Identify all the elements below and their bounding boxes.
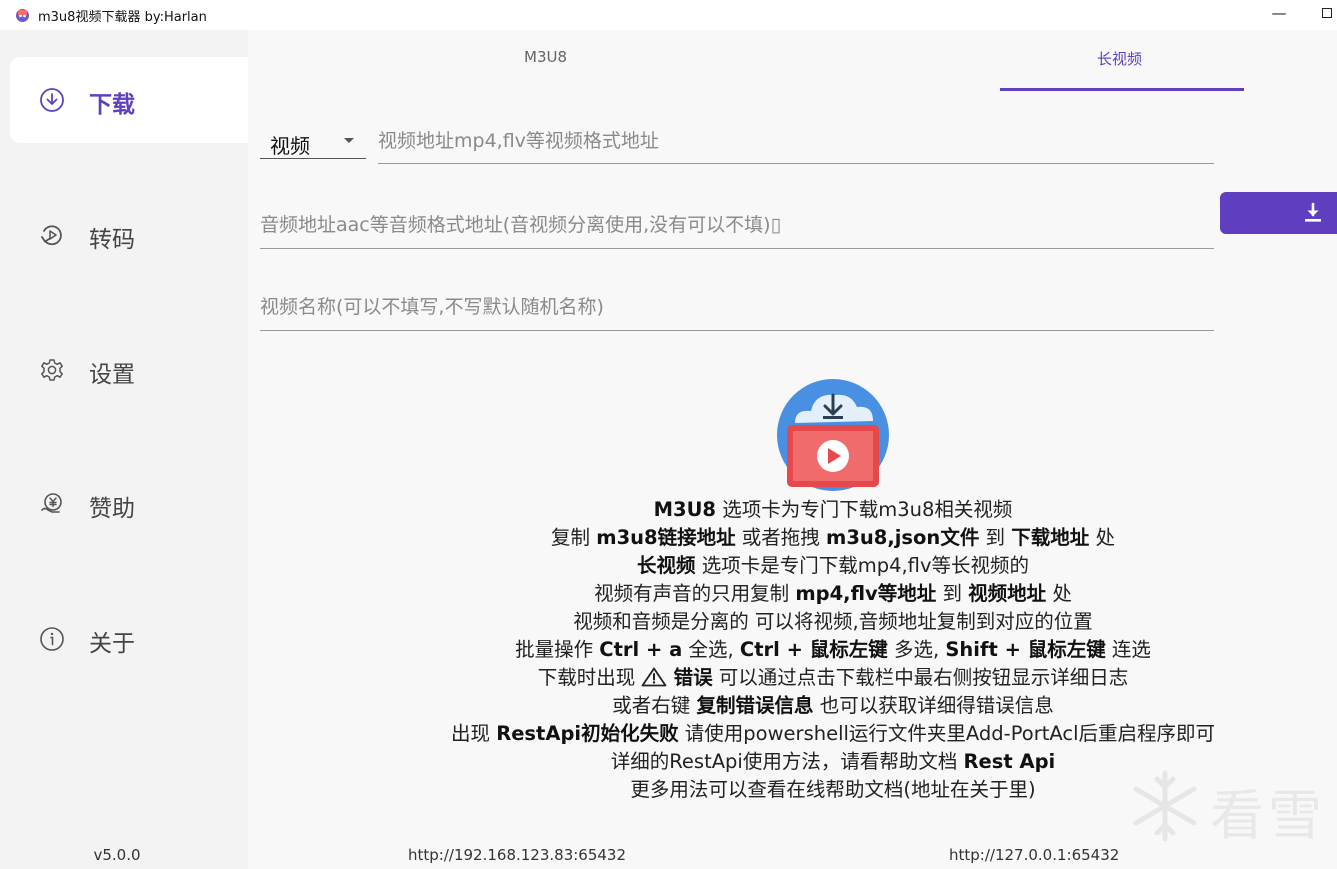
help-bold: Ctrl + 鼠标左键 xyxy=(739,638,888,661)
sidebar-item-label: 转码 xyxy=(89,227,135,253)
sidebar: 下载 转码 设置 赞助 关于 v5.0.0 xyxy=(0,30,248,869)
help-line: M3U8 选项卡为专门下载m3u8相关视频 xyxy=(398,496,1268,524)
help-line: 视频和音频是分离的 可以将视频,音频地址复制到对应的位置 xyxy=(398,608,1268,636)
help-text-span: 详细的RestApi使用方法，请看帮助文档 xyxy=(610,750,964,773)
app-logo-icon xyxy=(16,9,29,22)
maximize-button[interactable] xyxy=(1322,8,1332,18)
help-text-span: 更多用法可以查看在线帮助文档(地址在关于里) xyxy=(630,778,1036,801)
help-line: 批量操作 Ctrl + a 全选, Ctrl + 鼠标左键 多选, Shift … xyxy=(398,636,1268,664)
sponsor-icon xyxy=(41,493,62,513)
sidebar-item-label: 赞助 xyxy=(89,496,135,522)
help-text-span: 多选, xyxy=(887,638,946,661)
help-text-span: 到 xyxy=(936,582,969,605)
help-text-span: 视频有声音的只用复制 xyxy=(594,582,796,605)
help-line: 或者右键 复制错误信息 也可以获取详细得错误信息 xyxy=(398,692,1268,720)
help-bold: 下载地址 xyxy=(1011,526,1090,549)
help-bold: Shift + 鼠标左键 xyxy=(945,638,1106,661)
rest-api-local-address: http://127.0.0.1:65432 xyxy=(949,846,1120,864)
help-text-span: 到 xyxy=(979,526,1012,549)
help-text-span: 可以通过点击下载栏中最右侧按钮显示详细日志 xyxy=(712,666,1129,689)
help-text-span: 全选, xyxy=(682,638,740,661)
sidebar-item-label: 关于 xyxy=(89,631,135,657)
tab-m3u8[interactable]: M3U8 xyxy=(524,48,567,66)
snowflake-icon xyxy=(1133,770,1197,842)
help-text-span: 视频和音频是分离的 可以将视频,音频地址复制到对应的位置 xyxy=(573,610,1093,633)
help-text-span: 出现 xyxy=(450,722,497,745)
version-label: v5.0.0 xyxy=(93,846,141,864)
sidebar-item-about[interactable]: 关于 xyxy=(10,596,248,682)
help-bold: 复制错误信息 xyxy=(696,694,814,717)
help-bold: m3u8链接地址 xyxy=(596,526,736,549)
help-text-span: 下载时出现 xyxy=(537,666,642,689)
sidebar-item-label: 下载 xyxy=(89,92,135,118)
warning-icon xyxy=(641,667,667,687)
help-line: 下载时出现 错误 可以通过点击下载栏中最右侧按钮显示详细日志 xyxy=(398,664,1268,692)
help-text-span: 也可以获取详细得错误信息 xyxy=(813,694,1054,717)
help-line: 长视频 选项卡是专门下载mp4,flv等长视频的 xyxy=(398,552,1268,580)
tab-long-video[interactable]: 长视频 xyxy=(1097,48,1142,69)
sidebar-item-settings[interactable]: 设置 xyxy=(10,327,248,413)
help-text-span: 批量操作 xyxy=(515,638,600,661)
video-download-illustration-icon xyxy=(777,379,889,491)
help-bold: mp4,flv等地址 xyxy=(795,582,937,605)
sidebar-item-label: 设置 xyxy=(89,362,135,388)
audio-url-input[interactable] xyxy=(260,208,1214,249)
help-text-span: 复制 xyxy=(551,526,597,549)
watermark-text: 看雪 xyxy=(1210,784,1326,847)
video-name-input[interactable] xyxy=(260,290,1214,331)
help-text-span: 连选 xyxy=(1105,638,1151,661)
chevron-down-icon xyxy=(344,138,354,143)
media-type-value: 视频 xyxy=(270,134,310,158)
help-bold: RestApi初始化失败 xyxy=(496,722,679,745)
window-title: m3u8视频下载器 by:Harlan xyxy=(38,10,207,25)
video-url-input[interactable] xyxy=(378,125,1214,164)
download-button[interactable] xyxy=(1220,192,1337,234)
main-panel: M3U8 长视频 视频 M3U8 选项卡为专门下载m3u8相关视频 复制 m3u… xyxy=(248,30,1337,869)
help-text-span: 选项卡为专门下载m3u8相关视频 xyxy=(716,498,1013,521)
help-text-span: 处 xyxy=(1046,582,1072,605)
help-bold: M3U8 xyxy=(653,498,716,521)
transcode-icon xyxy=(41,225,62,246)
rest-api-lan-address: http://192.168.123.83:65432 xyxy=(408,846,627,864)
help-text-span: 请使用powershell运行文件夹里Add-PortAcl后重启程序即可 xyxy=(678,722,1215,745)
media-type-select[interactable]: 视频 xyxy=(260,126,366,159)
download-circle-icon xyxy=(40,88,64,112)
minimize-button[interactable]: — xyxy=(1269,3,1289,23)
help-text: M3U8 选项卡为专门下载m3u8相关视频 复制 m3u8链接地址 或者拖拽 m… xyxy=(398,496,1268,804)
help-line: 复制 m3u8链接地址 或者拖拽 m3u8,json文件 到 下载地址 处 xyxy=(398,524,1268,552)
help-text-span: 选项卡是专门下载mp4,flv等长视频的 xyxy=(695,554,1029,577)
help-bold: 视频地址 xyxy=(968,582,1047,605)
download-arrow-icon xyxy=(1305,202,1321,222)
help-bold: Rest Api xyxy=(963,750,1056,773)
sidebar-item-download[interactable]: 下载 xyxy=(10,57,248,143)
help-bold: 长视频 xyxy=(636,554,696,577)
help-bold: 错误 xyxy=(673,666,713,689)
watermark: 看雪 xyxy=(1126,767,1326,847)
help-text-span: 或者拖拽 xyxy=(735,526,826,549)
info-icon xyxy=(40,627,64,651)
help-bold: Ctrl + a xyxy=(599,638,683,661)
sidebar-item-sponsor[interactable]: 赞助 xyxy=(10,461,248,547)
help-text-span: 处 xyxy=(1089,526,1115,549)
sidebar-item-transcode[interactable]: 转码 xyxy=(10,192,248,278)
help-text-span: 或者右键 xyxy=(612,694,697,717)
active-tab-indicator xyxy=(1000,88,1244,91)
title-bar: m3u8视频下载器 by:Harlan — xyxy=(0,0,1337,30)
help-line: 出现 RestApi初始化失败 请使用powershell运行文件夹里Add-P… xyxy=(398,720,1268,748)
gear-icon xyxy=(41,359,63,381)
help-line: 视频有声音的只用复制 mp4,flv等地址 到 视频地址 处 xyxy=(398,580,1268,608)
help-bold: m3u8,json文件 xyxy=(826,526,980,549)
